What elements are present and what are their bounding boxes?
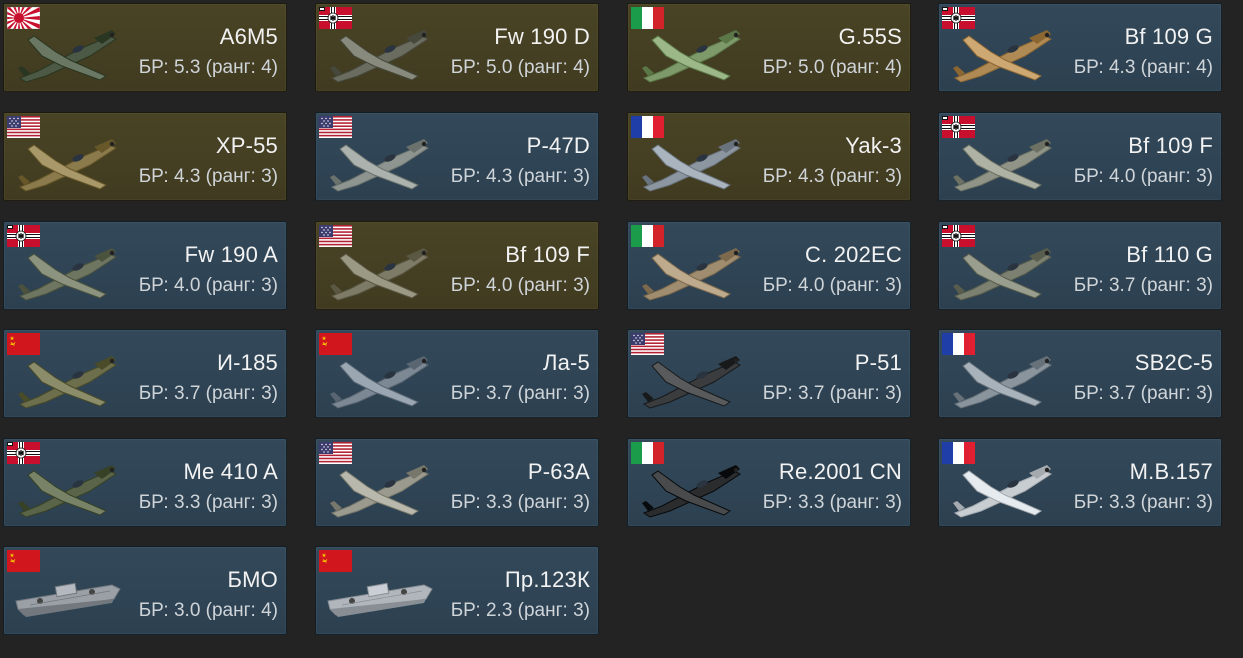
vehicle-card[interactable]: Fw 190 D БР: 5.0 (ранг: 4) bbox=[315, 3, 599, 92]
vehicle-card[interactable]: И-185 БР: 3.7 (ранг: 3) bbox=[3, 329, 287, 418]
plane-icon bbox=[947, 16, 1059, 88]
vehicle-card[interactable]: Yak-3 БР: 4.3 (ранг: 3) bbox=[627, 112, 911, 201]
vehicle-card[interactable]: Me 410 A БР: 3.3 (ранг: 3) bbox=[3, 438, 287, 527]
vehicle-card[interactable]: P-47D БР: 4.3 (ранг: 3) bbox=[315, 112, 599, 201]
vehicle-name: БМО bbox=[227, 567, 278, 592]
plane-icon bbox=[947, 451, 1059, 523]
vehicle-card[interactable]: P-63A БР: 3.3 (ранг: 3) bbox=[315, 438, 599, 527]
vehicle-card[interactable]: M.B.157 БР: 3.3 (ранг: 3) bbox=[938, 438, 1222, 527]
vehicle-name: SB2C-5 bbox=[1134, 350, 1213, 375]
plane-icon bbox=[12, 451, 124, 523]
plane-icon bbox=[636, 16, 748, 88]
plane-icon bbox=[12, 125, 124, 197]
plane-icon bbox=[324, 451, 436, 523]
vehicle-name: P-51 bbox=[854, 350, 902, 375]
plane-icon bbox=[12, 342, 124, 414]
vehicle-card[interactable]: A6M5 БР: 5.3 (ранг: 4) bbox=[3, 3, 287, 92]
vehicle-name: C. 202EC bbox=[805, 242, 902, 267]
vehicle-card[interactable]: SB2C-5 БР: 3.7 (ранг: 3) bbox=[938, 329, 1222, 418]
battle-rating-rank: БР: 3.7 (ранг: 3) bbox=[1073, 383, 1213, 404]
vehicle-card[interactable]: Bf 109 F БР: 4.0 (ранг: 3) bbox=[938, 112, 1222, 201]
vehicle-card[interactable]: Bf 109 G БР: 4.3 (ранг: 4) bbox=[938, 3, 1222, 92]
vehicle-card[interactable]: Ла-5 БР: 3.7 (ранг: 3) bbox=[315, 329, 599, 418]
vehicle-card[interactable]: Re.2001 CN БР: 3.3 (ранг: 3) bbox=[627, 438, 911, 527]
plane-icon bbox=[12, 16, 124, 88]
plane-icon bbox=[636, 342, 748, 414]
battle-rating-rank: БР: 5.0 (ранг: 4) bbox=[450, 57, 590, 78]
battle-rating-rank: БР: 3.7 (ранг: 3) bbox=[138, 383, 278, 404]
vehicle-card[interactable]: Пр.123К БР: 2.3 (ранг: 3) bbox=[315, 546, 599, 635]
boat-icon bbox=[324, 559, 436, 631]
vehicle-name: Пр.123К bbox=[504, 567, 590, 592]
vehicle-name: И-185 bbox=[217, 350, 278, 375]
vehicle-name: Bf 109 G bbox=[1124, 24, 1213, 49]
vehicle-card[interactable]: XP-55 БР: 4.3 (ранг: 3) bbox=[3, 112, 287, 201]
plane-icon bbox=[324, 234, 436, 306]
plane-icon bbox=[947, 125, 1059, 197]
vehicle-grid: A6M5 БР: 5.3 (ранг: 4) Fw 190 D БР: 5.0 … bbox=[0, 0, 1243, 658]
vehicle-card[interactable]: БМО БР: 3.0 (ранг: 4) bbox=[3, 546, 287, 635]
battle-rating-rank: БР: 4.0 (ранг: 3) bbox=[1073, 166, 1213, 187]
battle-rating-rank: БР: 3.7 (ранг: 3) bbox=[450, 383, 590, 404]
battle-rating-rank: БР: 4.3 (ранг: 3) bbox=[138, 166, 278, 187]
battle-rating-rank: БР: 3.3 (ранг: 3) bbox=[1073, 492, 1213, 513]
vehicle-name: Fw 190 A bbox=[184, 242, 278, 267]
battle-rating-rank: БР: 4.0 (ранг: 3) bbox=[762, 275, 902, 296]
plane-icon bbox=[636, 234, 748, 306]
battle-rating-rank: БР: 4.0 (ранг: 3) bbox=[138, 275, 278, 296]
battle-rating-rank: БР: 3.3 (ранг: 3) bbox=[138, 492, 278, 513]
plane-icon bbox=[324, 342, 436, 414]
battle-rating-rank: БР: 4.3 (ранг: 3) bbox=[450, 166, 590, 187]
battle-rating-rank: БР: 3.3 (ранг: 3) bbox=[450, 492, 590, 513]
vehicle-name: Bf 109 F bbox=[505, 242, 590, 267]
plane-icon bbox=[636, 125, 748, 197]
vehicle-name: A6M5 bbox=[219, 24, 278, 49]
vehicle-card[interactable]: Bf 110 G БР: 3.7 (ранг: 3) bbox=[938, 221, 1222, 310]
boat-icon bbox=[12, 559, 124, 631]
plane-icon bbox=[12, 234, 124, 306]
battle-rating-rank: БР: 5.3 (ранг: 4) bbox=[138, 57, 278, 78]
battle-rating-rank: БР: 3.7 (ранг: 3) bbox=[762, 383, 902, 404]
vehicle-name: XP-55 bbox=[215, 133, 278, 158]
vehicle-name: Re.2001 CN bbox=[778, 459, 902, 484]
vehicle-name: P-63A bbox=[527, 459, 590, 484]
battle-rating-rank: БР: 4.3 (ранг: 4) bbox=[1073, 57, 1213, 78]
vehicle-name: G.55S bbox=[838, 24, 902, 49]
vehicle-card[interactable]: G.55S БР: 5.0 (ранг: 4) bbox=[627, 3, 911, 92]
battle-rating-rank: БР: 2.3 (ранг: 3) bbox=[450, 600, 590, 621]
vehicle-name: Bf 109 F bbox=[1128, 133, 1213, 158]
plane-icon bbox=[947, 342, 1059, 414]
battle-rating-rank: БР: 3.3 (ранг: 3) bbox=[762, 492, 902, 513]
vehicle-name: Fw 190 D bbox=[494, 24, 590, 49]
plane-icon bbox=[324, 125, 436, 197]
vehicle-card[interactable]: Fw 190 A БР: 4.0 (ранг: 3) bbox=[3, 221, 287, 310]
vehicle-name: M.B.157 bbox=[1129, 459, 1213, 484]
vehicle-name: Ла-5 bbox=[542, 350, 590, 375]
battle-rating-rank: БР: 3.0 (ранг: 4) bbox=[138, 600, 278, 621]
battle-rating-rank: БР: 4.0 (ранг: 3) bbox=[450, 275, 590, 296]
vehicle-card[interactable]: P-51 БР: 3.7 (ранг: 3) bbox=[627, 329, 911, 418]
vehicle-card[interactable]: Bf 109 F БР: 4.0 (ранг: 3) bbox=[315, 221, 599, 310]
plane-icon bbox=[324, 16, 436, 88]
plane-icon bbox=[947, 234, 1059, 306]
vehicle-name: Yak-3 bbox=[845, 133, 902, 158]
battle-rating-rank: БР: 5.0 (ранг: 4) bbox=[762, 57, 902, 78]
plane-icon bbox=[636, 451, 748, 523]
battle-rating-rank: БР: 4.3 (ранг: 3) bbox=[762, 166, 902, 187]
vehicle-name: Bf 110 G bbox=[1126, 242, 1213, 267]
vehicle-name: P-47D bbox=[526, 133, 590, 158]
vehicle-card[interactable]: C. 202EC БР: 4.0 (ранг: 3) bbox=[627, 221, 911, 310]
battle-rating-rank: БР: 3.7 (ранг: 3) bbox=[1073, 275, 1213, 296]
vehicle-name: Me 410 A bbox=[183, 459, 278, 484]
